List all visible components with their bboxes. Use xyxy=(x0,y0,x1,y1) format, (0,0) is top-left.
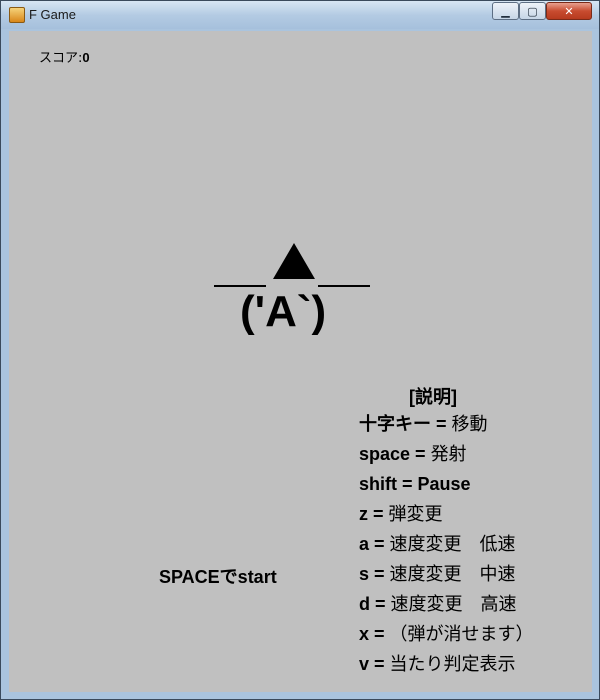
help-item: s = 速度変更 中速 xyxy=(359,561,534,591)
help-key: 十字キー xyxy=(359,414,431,434)
start-prompt: SPACEでstart xyxy=(159,567,277,587)
help-item: z = 弾変更 xyxy=(359,501,534,531)
help-key: s xyxy=(359,564,370,584)
help-item: shift = Pause xyxy=(359,471,534,501)
player-face: ('A`) xyxy=(240,287,327,336)
help-desc: 移動 xyxy=(451,414,488,434)
help-desc: （弾が消せます） xyxy=(389,624,534,644)
help-key: d xyxy=(359,594,370,614)
help-desc: 発射 xyxy=(430,444,467,464)
window-title: F Game xyxy=(29,7,76,22)
help-item: d = 速度変更 高速 xyxy=(359,591,534,621)
help-desc: Pause xyxy=(417,474,471,494)
help-desc: 弾変更 xyxy=(388,504,443,524)
maximize-button[interactable]: ▢ xyxy=(519,2,546,20)
help-desc: 速度変更 中速 xyxy=(389,564,516,584)
title-bar[interactable]: F Game ▁ ▢ ✕ xyxy=(1,1,599,29)
help-desc: 速度変更 低速 xyxy=(389,534,516,554)
help-sep: = xyxy=(369,534,390,554)
help-sep: = xyxy=(369,624,390,644)
player-character: ('A`) xyxy=(212,241,372,351)
help-item: a = 速度変更 低速 xyxy=(359,531,534,561)
help-key: a xyxy=(359,534,370,554)
game-window: F Game ▁ ▢ ✕ スコア:0 ('A`) SPACEでstart [説明… xyxy=(0,0,600,700)
help-desc: 速度変更 高速 xyxy=(390,594,517,614)
score-label: スコア: xyxy=(39,51,83,66)
help-sep: = xyxy=(410,444,431,464)
score-value: 0 xyxy=(82,50,90,65)
java-app-icon xyxy=(9,7,25,23)
help-sep: = xyxy=(370,594,391,614)
player-ship-icon xyxy=(273,243,315,279)
help-item: x = （弾が消せます） xyxy=(359,621,534,651)
help-desc: 当たり判定表示 xyxy=(389,654,516,674)
help-item: v = 当たり判定表示 xyxy=(359,651,534,681)
help-list: 十字キー = 移動 space = 発射 shift = Pause z = 弾… xyxy=(359,411,534,681)
help-item: 十字キー = 移動 xyxy=(359,411,534,441)
minimize-button[interactable]: ▁ xyxy=(492,2,519,20)
help-key: z xyxy=(359,504,368,524)
score-display: スコア:0 xyxy=(39,47,90,66)
help-key: x xyxy=(359,624,370,644)
help-key: shift xyxy=(359,474,397,494)
help-sep: = xyxy=(368,504,389,524)
help-sep: = xyxy=(369,654,390,674)
help-title: [説明] xyxy=(409,387,457,407)
help-key: v xyxy=(359,654,370,674)
help-key: space xyxy=(359,444,411,464)
game-canvas[interactable]: スコア:0 ('A`) SPACEでstart [説明] 十字キー = 移動 s… xyxy=(9,31,592,692)
help-item: space = 発射 xyxy=(359,441,534,471)
help-sep: = xyxy=(397,474,418,494)
help-sep: = xyxy=(431,414,452,434)
help-sep: = xyxy=(369,564,390,584)
close-button[interactable]: ✕ xyxy=(546,2,592,20)
